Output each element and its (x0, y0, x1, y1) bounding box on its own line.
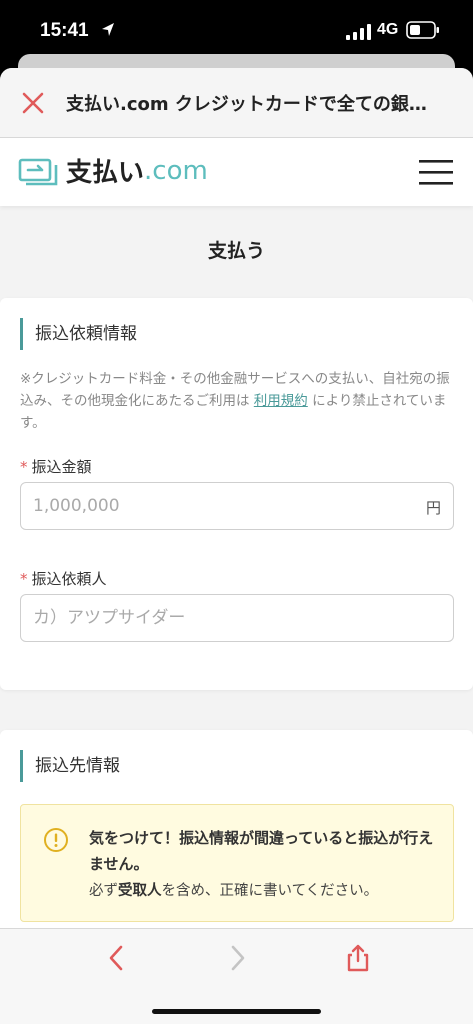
warning-text-bold: 受取人 (118, 883, 162, 899)
browser-page-title: 支払い.com クレジットカードで全ての銀… (66, 94, 427, 115)
page-heading: 支払う (207, 240, 265, 262)
amount-input[interactable] (21, 483, 453, 529)
usage-notice: ※クレジットカード料金・その他金融サービスへの支払い、自社宛の振込み、その他現金… (20, 368, 456, 434)
amount-field[interactable]: 円 (20, 482, 454, 530)
transfer-request-card: 振込依頼情報 ※クレジットカード料金・その他金融サービスへの支払い、自社宛の振込… (0, 298, 473, 690)
menu-icon[interactable] (419, 158, 453, 186)
logo-transfer-icon (18, 158, 58, 185)
logo-text: 支払い (66, 158, 145, 188)
amount-label-text: 振込金額 (31, 458, 92, 476)
requester-label: * 振込依頼人 (20, 568, 107, 589)
section-title-destination: 振込先情報 (20, 750, 120, 782)
requester-field[interactable] (20, 594, 454, 642)
browser-toolbar (0, 928, 473, 1024)
site-header: 支払い .com (0, 138, 473, 206)
status-time: 15:41 (40, 20, 89, 41)
location-arrow-icon (102, 23, 114, 36)
warning-headline: 気をつけて！振込情報が間違っていると振込が行えません。 (89, 829, 434, 873)
battery-icon (406, 21, 439, 39)
logo-suffix: .com (144, 155, 208, 186)
site-logo[interactable]: 支払い .com (18, 152, 208, 189)
browser-sheet: 支払い.com クレジットカードで全ての銀… 支払い .com 支払う 振込依頼… (0, 68, 473, 1024)
required-mark: * (20, 570, 28, 588)
terms-link[interactable]: 利用規約 (254, 393, 308, 409)
chevron-right-icon[interactable] (222, 943, 252, 973)
required-mark: * (20, 458, 28, 476)
requester-label-text: 振込依頼人 (31, 570, 107, 588)
share-icon[interactable] (343, 943, 373, 973)
signal-icon (346, 24, 371, 40)
warning-text-pre: 必ず (89, 883, 118, 899)
requester-input[interactable] (21, 595, 453, 641)
home-indicator (152, 1009, 321, 1014)
amount-label: * 振込金額 (20, 456, 92, 477)
close-icon[interactable] (20, 90, 46, 116)
amount-unit: 円 (425, 499, 441, 517)
warning-text: 必ず受取人を含め、正確に書いてください。 (89, 879, 439, 900)
browser-title-bar: 支払い.com クレジットカードで全ての銀… (0, 68, 473, 138)
exclamation-circle-icon (44, 828, 68, 852)
chevron-left-icon[interactable] (102, 943, 132, 973)
network-type: 4G (377, 21, 399, 38)
warning-box: 気をつけて！振込情報が間違っていると振込が行えません。 必ず受取人を含め、正確に… (20, 804, 454, 922)
section-title-request: 振込依頼情報 (20, 318, 137, 350)
status-bar: 15:41 4G (0, 0, 473, 62)
warning-text-post: を含め、正確に書いてください。 (161, 883, 379, 899)
